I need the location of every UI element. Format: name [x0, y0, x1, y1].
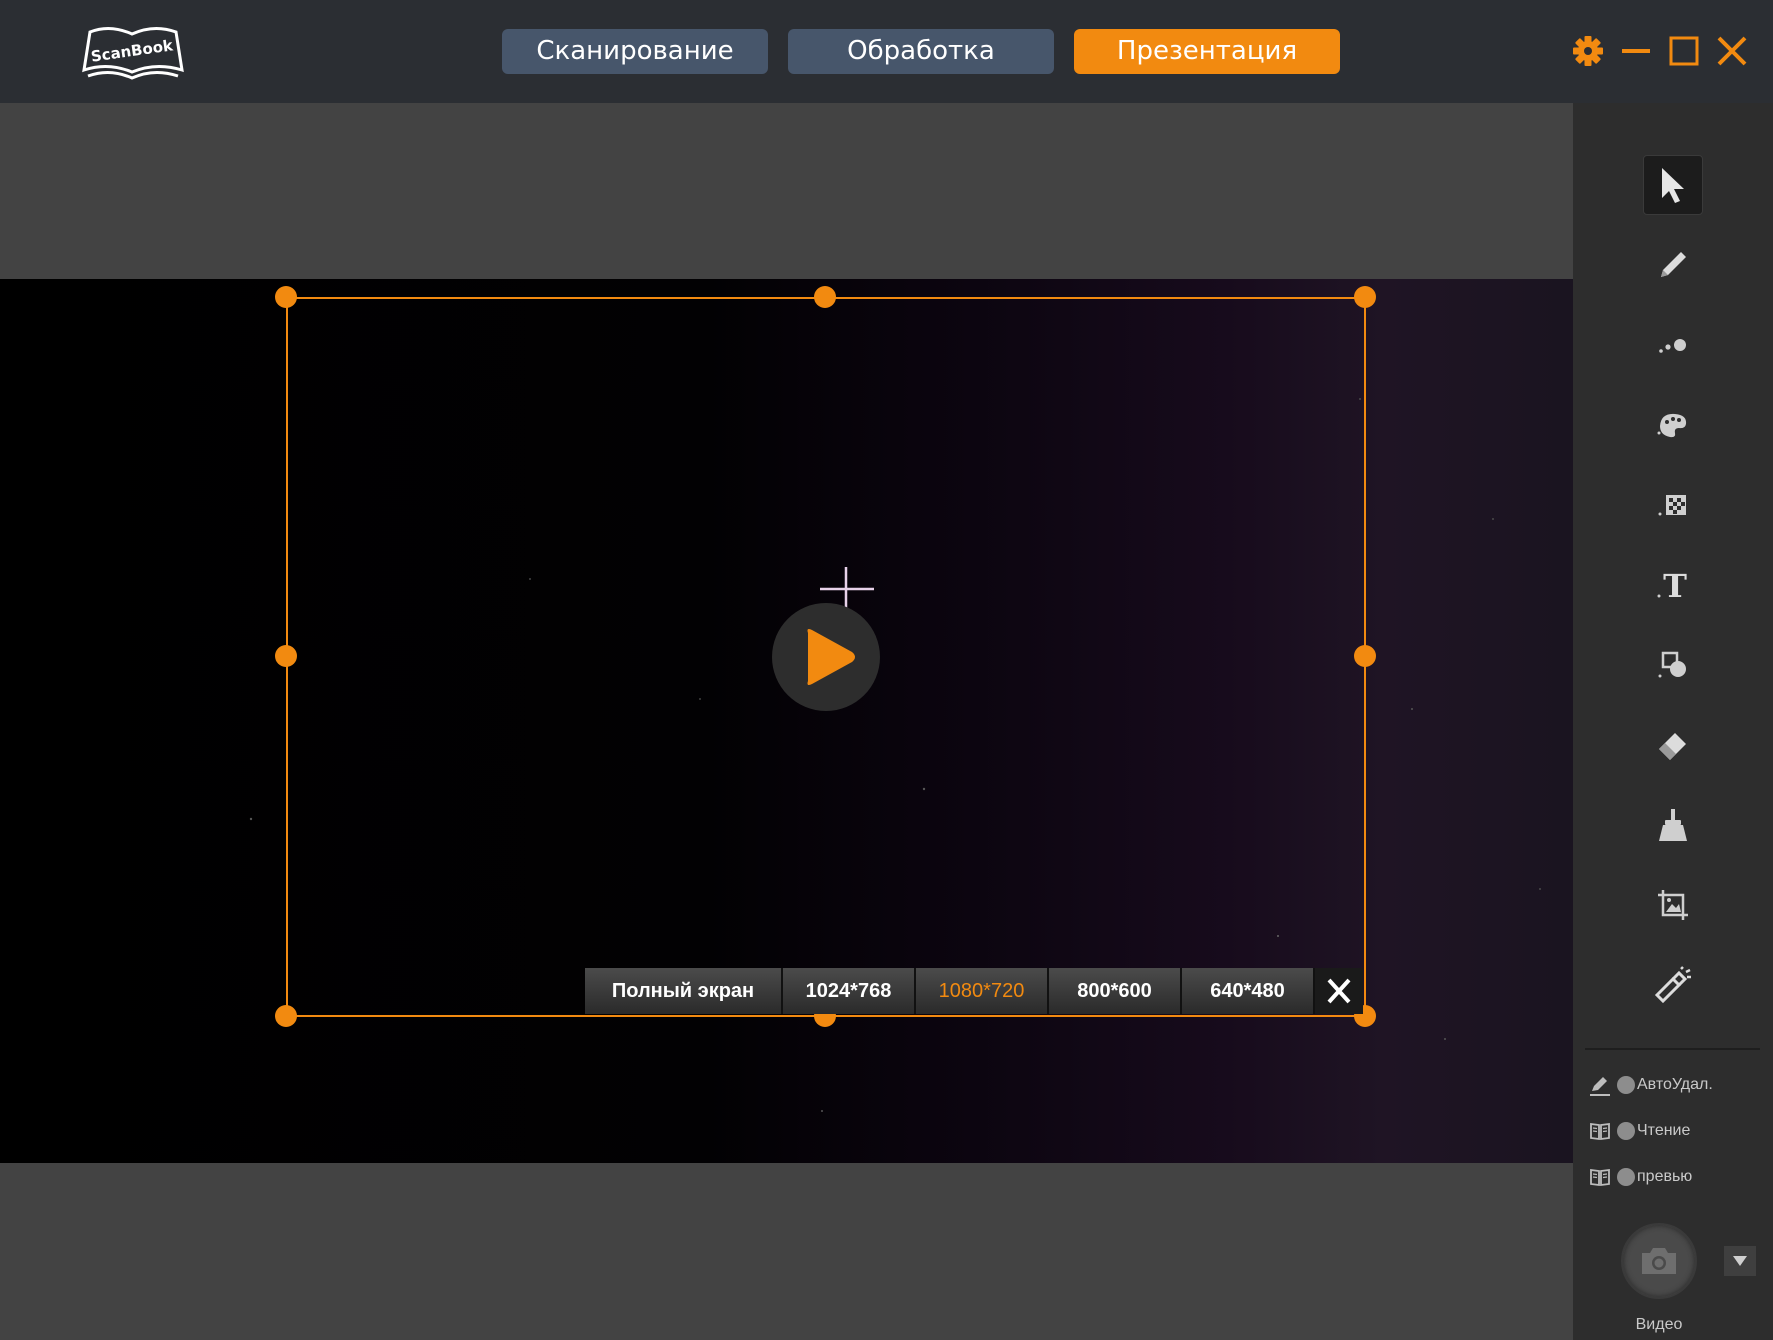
palette-icon — [1657, 413, 1687, 438]
play-button[interactable] — [772, 603, 880, 711]
book-icon — [1590, 1122, 1610, 1141]
toggle-label: АвтоУдал. — [1637, 1076, 1713, 1093]
resolution-bar: Полный экран 1024*768 1080*720 800*600 6… — [585, 968, 1363, 1014]
resize-handle-bottom-left[interactable] — [275, 1005, 297, 1027]
resolution-close-button[interactable] — [1315, 968, 1363, 1014]
toggle-switch[interactable] — [1617, 1076, 1635, 1094]
resize-handle-top-right[interactable] — [1354, 286, 1376, 308]
header-bar: ScanBook Сканирование Обработка Презента… — [0, 0, 1773, 103]
crop-image-icon — [1658, 890, 1688, 920]
svg-text:T: T — [1663, 567, 1687, 603]
resolution-640x480-button[interactable]: 640*480 — [1182, 968, 1315, 1014]
logo-text: ScanBook — [90, 36, 175, 65]
dots-icon — [1659, 339, 1686, 353]
tool-palette[interactable] — [1643, 395, 1703, 455]
play-icon — [807, 629, 855, 685]
toggle-label: превью — [1637, 1168, 1693, 1185]
chevron-down-icon — [1733, 1256, 1747, 1266]
minimize-icon[interactable] — [1618, 32, 1654, 70]
resolution-fullscreen-button[interactable]: Полный экран — [585, 968, 783, 1014]
tab-presentation[interactable]: Презентация — [1074, 29, 1340, 74]
close-icon[interactable] — [1714, 32, 1750, 70]
tool-pen[interactable] — [1643, 235, 1703, 295]
gear-icon[interactable] — [1570, 32, 1606, 70]
tool-eraser[interactable] — [1643, 715, 1703, 775]
pointer-icon — [1662, 168, 1684, 203]
capture-mode-dropdown[interactable] — [1724, 1246, 1756, 1276]
resize-handle-top[interactable] — [814, 286, 836, 308]
resolution-800x600-button[interactable]: 800*600 — [1049, 968, 1182, 1014]
toggle-reading[interactable]: Чтение — [1589, 1117, 1690, 1145]
tools-sidebar: T АвтоУдал. Чтение превью Видео — [1573, 103, 1773, 1340]
broom-icon — [1659, 809, 1687, 841]
scanbook-logo: ScanBook — [82, 27, 184, 80]
tool-highlighter[interactable] — [1643, 955, 1703, 1015]
tool-text[interactable]: T — [1643, 555, 1703, 615]
mosaic-icon — [1658, 495, 1686, 516]
tool-pointer[interactable] — [1643, 155, 1703, 215]
toggle-auto-delete[interactable]: АвтоУдал. — [1589, 1071, 1713, 1099]
resize-handle-right[interactable] — [1354, 645, 1376, 667]
book-icon — [1590, 1168, 1610, 1187]
tab-scanning[interactable]: Сканирование — [502, 29, 768, 74]
tab-processing[interactable]: Обработка — [788, 29, 1054, 74]
auto-delete-icon — [1590, 1077, 1610, 1096]
resize-handle-left[interactable] — [275, 645, 297, 667]
shapes-icon — [1658, 651, 1686, 678]
toggle-preview[interactable]: превью — [1589, 1163, 1692, 1191]
maximize-icon[interactable] — [1666, 32, 1702, 70]
camera-icon — [1642, 1248, 1676, 1274]
tool-crop-image[interactable] — [1643, 875, 1703, 935]
tool-clear[interactable] — [1643, 795, 1703, 855]
eraser-icon — [1659, 733, 1686, 760]
pen-icon — [1661, 252, 1686, 277]
toggle-label: Чтение — [1637, 1122, 1691, 1139]
tool-dots[interactable] — [1643, 315, 1703, 375]
resolution-1024x768-button[interactable]: 1024*768 — [783, 968, 916, 1014]
tool-shapes[interactable] — [1643, 635, 1703, 695]
tool-mosaic[interactable] — [1643, 475, 1703, 535]
app-window: ScanBook Сканирование Обработка Презента… — [0, 0, 1773, 1340]
toggle-switch[interactable] — [1617, 1168, 1635, 1186]
capture-mode-label: Видео — [1635, 1316, 1683, 1333]
toggle-switch[interactable] — [1617, 1122, 1635, 1140]
resize-handle-top-left[interactable] — [275, 286, 297, 308]
resolution-1080x720-button[interactable]: 1080*720 — [916, 968, 1049, 1014]
close-icon — [1327, 978, 1351, 1004]
capture-button[interactable] — [1621, 1223, 1697, 1299]
text-icon: T — [1657, 567, 1687, 603]
highlighter-icon — [1654, 966, 1691, 1004]
sidebar-divider — [1585, 1048, 1760, 1050]
